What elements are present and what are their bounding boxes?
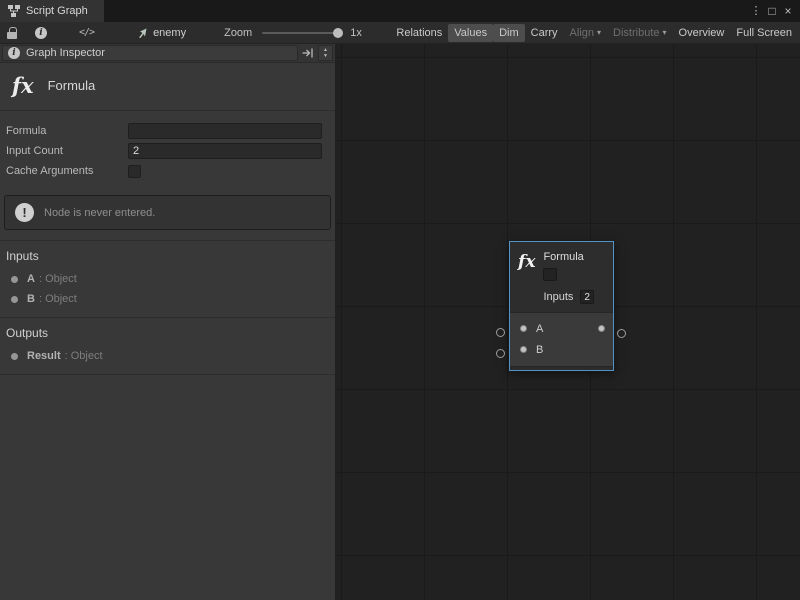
zoom-slider-knob[interactable] bbox=[333, 28, 343, 38]
graph-reference-label: enemy bbox=[153, 27, 186, 39]
script-graph-icon bbox=[8, 5, 20, 17]
toolbar-button-distribute: Distribute ▾ bbox=[607, 24, 672, 42]
window-controls: ⋮ □ × bbox=[748, 0, 800, 22]
output-port-row-result: Result : Object bbox=[0, 346, 335, 366]
lock-icon[interactable] bbox=[7, 32, 17, 39]
formula-node-ports: A B bbox=[510, 312, 613, 366]
toolbar-button-relations[interactable]: Relations bbox=[390, 24, 448, 42]
input-port-row-b: B : Object bbox=[0, 289, 335, 309]
window-maximize-button[interactable]: □ bbox=[764, 0, 780, 22]
graph-toolbar: i </> enemy Zoom 1x Relations Values Dim… bbox=[0, 22, 800, 44]
graph-reference[interactable]: enemy bbox=[136, 27, 186, 39]
code-icon[interactable]: </> bbox=[79, 27, 94, 38]
node-input-count[interactable]: 2 bbox=[580, 290, 594, 304]
zoom-label: Zoom bbox=[224, 27, 252, 39]
toolbar-button-overview[interactable]: Overview bbox=[673, 24, 731, 42]
toolbar-button-carry[interactable]: Carry bbox=[525, 24, 564, 42]
toolbar-button-align: Align ▾ bbox=[564, 24, 607, 42]
tab-title: Script Graph bbox=[26, 5, 88, 17]
cache-arguments-checkbox[interactable] bbox=[128, 165, 141, 178]
window-close-button[interactable]: × bbox=[780, 0, 796, 22]
formula-field-row: Formula bbox=[0, 121, 335, 141]
toolbar-button-values[interactable]: Values bbox=[448, 24, 493, 42]
formula-node-title: Formula bbox=[543, 251, 594, 263]
toolbar-button-fullscreen[interactable]: Full Screen bbox=[730, 24, 798, 42]
unconnected-port[interactable] bbox=[496, 328, 505, 337]
output-port-result[interactable] bbox=[598, 325, 605, 332]
node-formula-input[interactable] bbox=[543, 268, 557, 281]
port-dot-icon bbox=[11, 296, 18, 303]
warning-banner: ! Node is never entered. bbox=[4, 195, 331, 230]
panel-scroll-buttons[interactable]: ▲ ▼ bbox=[318, 45, 333, 61]
node-footer bbox=[510, 366, 613, 370]
unconnected-port[interactable] bbox=[496, 349, 505, 358]
formula-input[interactable] bbox=[128, 123, 322, 139]
formula-icon: fx bbox=[12, 75, 34, 96]
input-count-field-row: Input Count bbox=[0, 141, 335, 161]
node-port-row-b: B bbox=[510, 339, 613, 360]
input-count-label: Input Count bbox=[6, 145, 128, 157]
port-dot-icon bbox=[11, 353, 18, 360]
graph-canvas[interactable]: fx Formula Inputs 2 A B bbox=[335, 44, 800, 600]
formula-node-header: fx Formula Inputs 2 bbox=[510, 242, 613, 312]
scroll-down-icon[interactable]: ▼ bbox=[323, 53, 328, 59]
input-port-b[interactable] bbox=[520, 346, 527, 353]
graph-pointer-icon bbox=[136, 27, 148, 39]
port-dot-icon bbox=[11, 276, 18, 283]
inspector-header: i Graph Inspector ▲ ▼ bbox=[0, 44, 335, 63]
inputs-section-header: Inputs bbox=[0, 245, 335, 269]
warning-text: Node is never entered. bbox=[44, 207, 155, 219]
formula-node-icon: fx bbox=[518, 254, 535, 304]
dock-icon[interactable] bbox=[301, 46, 315, 60]
input-port-row-a: A : Object bbox=[0, 269, 335, 289]
toolbar-button-dim[interactable]: Dim bbox=[493, 24, 525, 42]
graph-inspector-panel: i Graph Inspector ▲ ▼ fx Formula Formula… bbox=[0, 44, 335, 600]
inspector-fields: Formula Input Count Cache Arguments bbox=[0, 111, 335, 183]
formula-field-label: Formula bbox=[6, 125, 128, 137]
toolbar-buttons: Relations Values Dim Carry Align ▾ Distr… bbox=[390, 22, 800, 44]
chevron-down-icon: ▾ bbox=[597, 29, 601, 37]
info-icon: i bbox=[8, 47, 20, 59]
inspector-title: Graph Inspector bbox=[26, 47, 105, 59]
inputs-section: Inputs A : Object B : Object bbox=[0, 240, 335, 317]
window-menu-button[interactable]: ⋮ bbox=[748, 0, 764, 22]
cache-arguments-label: Cache Arguments bbox=[6, 165, 128, 177]
formula-node[interactable]: fx Formula Inputs 2 A B bbox=[509, 241, 614, 371]
zoom-value: 1x bbox=[350, 27, 362, 39]
outputs-section: Outputs Result : Object bbox=[0, 317, 335, 375]
outputs-section-header: Outputs bbox=[0, 322, 335, 346]
tab-script-graph[interactable]: Script Graph bbox=[0, 0, 104, 22]
unconnected-port[interactable] bbox=[617, 329, 626, 338]
info-icon[interactable]: i bbox=[35, 27, 47, 39]
zoom-slider[interactable] bbox=[262, 32, 342, 34]
inspected-node-header: fx Formula bbox=[0, 63, 335, 111]
warning-icon: ! bbox=[15, 203, 34, 222]
chevron-down-icon: ▾ bbox=[663, 29, 667, 37]
inspected-node-title: Formula bbox=[48, 78, 96, 93]
node-inputs-label: Inputs bbox=[543, 291, 573, 303]
cache-arguments-field-row: Cache Arguments bbox=[0, 161, 335, 181]
graph-inspector-selector[interactable]: i Graph Inspector bbox=[2, 45, 298, 61]
input-port-a[interactable] bbox=[520, 325, 527, 332]
window-tab-bar: Script Graph ⋮ □ × bbox=[0, 0, 800, 22]
input-count-input[interactable] bbox=[128, 143, 322, 159]
